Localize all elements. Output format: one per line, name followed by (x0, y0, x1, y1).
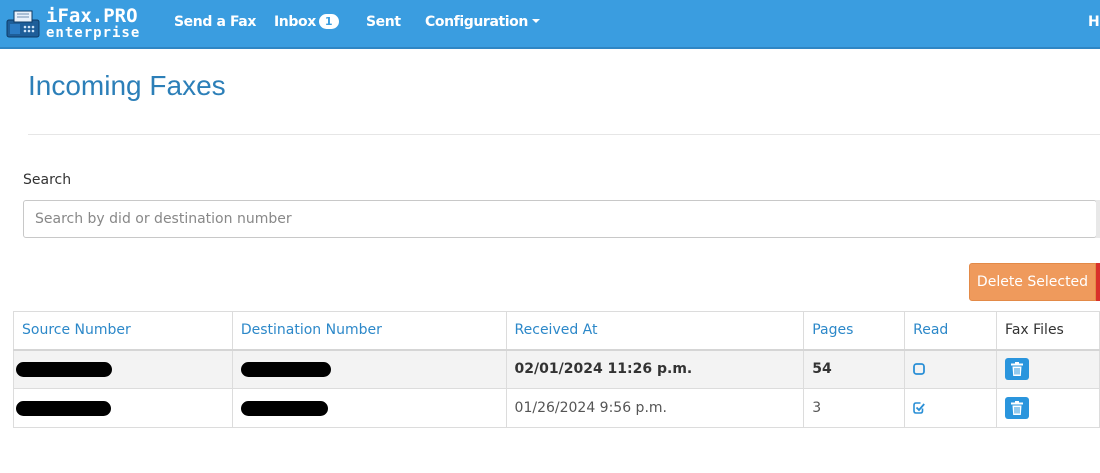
destination-number-cell (231, 349, 507, 389)
redacted-source-number (16, 400, 111, 416)
received-at-cell: 02/01/2024 11:26 p.m. (505, 349, 805, 389)
column-header-fax-files: Fax Files (996, 311, 1100, 351)
nav-configuration-dropdown[interactable]: Configuration (425, 14, 540, 30)
source-number-cell (13, 349, 233, 389)
fax-files-cell (996, 349, 1100, 389)
nav-configuration-label: Configuration (425, 14, 528, 30)
danger-button-partial[interactable] (1096, 263, 1100, 301)
nav-sent-label: Sent (366, 14, 401, 30)
table-row[interactable]: 02/01/2024 11:26 p.m. 54 (13, 349, 1100, 389)
redacted-source-number (16, 361, 112, 377)
column-header-received-at[interactable]: Received At (505, 311, 805, 351)
delete-selected-button[interactable]: Delete Selected (969, 263, 1096, 301)
nav-inbox-label: Inbox (274, 14, 316, 30)
pages-cell: 3 (803, 388, 906, 428)
incoming-faxes-table: Source Number Destination Number Receive… (13, 311, 1100, 428)
nav-right-label: H (1088, 14, 1100, 30)
search-label: Search (23, 172, 72, 188)
divider (28, 134, 1100, 135)
brand-subtitle: enterprise (46, 25, 141, 41)
column-header-read[interactable]: Read (904, 311, 998, 351)
column-header-source-number[interactable]: Source Number (13, 311, 233, 351)
top-navbar: iFax.PRO enterprise Send a Fax Inbox 1 Se… (0, 0, 1100, 49)
fax-files-cell (996, 388, 1100, 428)
destination-number-cell (231, 388, 507, 428)
brand-title: iFax.PRO (46, 5, 138, 27)
column-header-pages[interactable]: Pages (803, 311, 906, 351)
pages-cell: 54 (803, 349, 906, 389)
fax-machine-icon (6, 10, 40, 38)
nav-inbox[interactable]: Inbox 1 (274, 14, 339, 30)
nav-sent[interactable]: Sent (366, 14, 401, 30)
search-addon-partial (1096, 200, 1100, 238)
column-header-destination-number[interactable]: Destination Number (231, 311, 507, 351)
trash-icon (1011, 362, 1024, 377)
table-header-row: Source Number Destination Number Receive… (13, 311, 1100, 351)
page-title: Incoming Faxes (28, 70, 226, 101)
redacted-destination-number (240, 361, 331, 377)
table-row[interactable]: 01/26/2024 9:56 p.m. 3 (13, 388, 1100, 428)
search-input[interactable] (23, 200, 1097, 238)
source-number-cell (13, 388, 233, 428)
unchecked-box-icon[interactable] (913, 363, 926, 376)
delete-file-button[interactable] (1005, 358, 1030, 381)
delete-file-button[interactable] (1005, 397, 1030, 419)
nav-send-fax[interactable]: Send a Fax (174, 14, 256, 30)
inbox-count-badge: 1 (318, 14, 339, 29)
caret-down-icon (531, 19, 540, 23)
brand-logo-link[interactable]: iFax.PRO enterprise (6, 5, 146, 43)
checked-box-icon[interactable] (913, 402, 926, 414)
received-at-cell: 01/26/2024 9:56 p.m. (505, 388, 805, 428)
read-cell (904, 388, 998, 428)
redacted-destination-number (240, 400, 328, 416)
nav-right-item-partial[interactable]: H (1088, 14, 1100, 30)
trash-icon (1011, 401, 1024, 415)
read-cell (904, 349, 998, 389)
nav-send-fax-label: Send a Fax (174, 14, 256, 30)
